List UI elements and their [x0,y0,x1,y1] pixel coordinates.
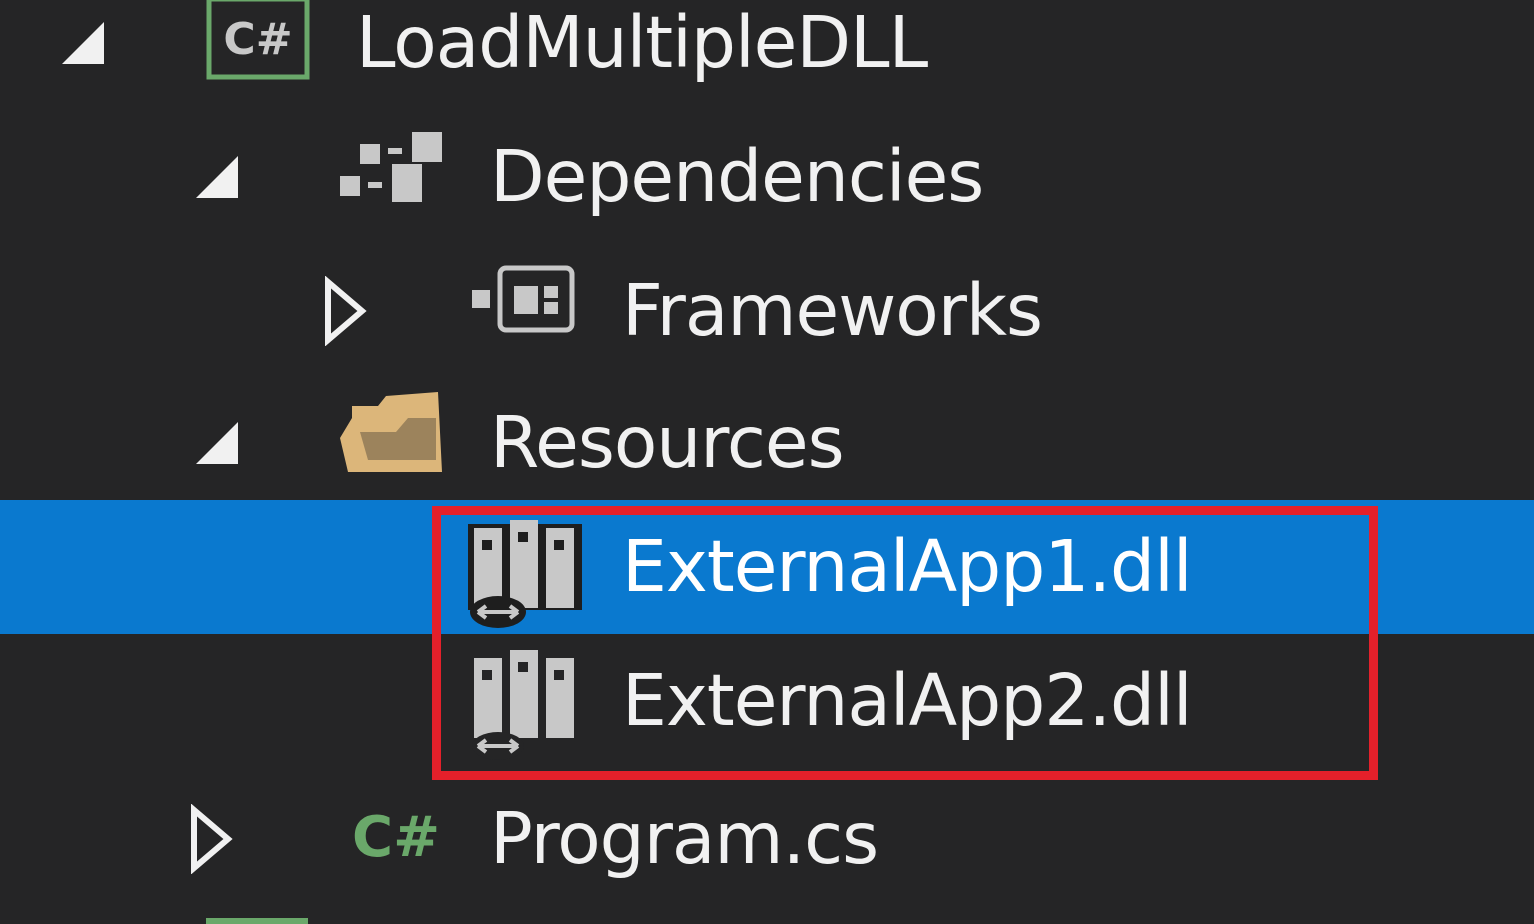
collapse-arrow-icon[interactable] [46,0,116,110]
expand-arrow-icon[interactable] [176,772,246,906]
tree-item-externalapp2[interactable]: ExternalApp2.dll [0,634,1534,768]
tree-item-project[interactable]: C# LoadMultipleDLL [0,0,1534,110]
tree-item-label: Resources [490,401,845,484]
tree-item-program-cs[interactable]: C# Program.cs [0,772,1534,906]
dll-reference-icon [468,648,582,760]
expand-arrow-icon[interactable] [310,244,380,378]
tree-item-dependencies[interactable]: Dependencies [0,110,1534,244]
collapse-arrow-icon[interactable] [180,110,250,244]
project-icon-text: C# [223,14,292,65]
dependencies-icon [338,132,444,206]
collapse-arrow-icon[interactable] [180,376,250,510]
csharp-file-icon: C# [352,798,442,868]
tree-item-label: ExternalApp2.dll [622,659,1193,742]
file-icon-text: C# [352,805,440,868]
tree-item-frameworks[interactable]: Frameworks [0,244,1534,378]
tree-item-label: Dependencies [490,135,984,218]
tree-item-label: ExternalApp1.dll [622,525,1193,608]
folder-icon [338,388,446,474]
solution-explorer-tree: C# LoadMultipleDLL Dependencies Framewor… [0,0,1534,924]
dll-reference-icon [464,518,586,630]
tree-item-resources[interactable]: Resources [0,376,1534,510]
tree-item-label: Program.cs [490,797,879,880]
tree-item-label: LoadMultipleDLL [356,1,928,84]
tree-item-label: Frameworks [622,269,1043,352]
tree-item-externalapp1[interactable]: ExternalApp1.dll [0,500,1534,634]
frameworks-icon [470,264,578,336]
next-project-icon-edge [206,918,308,924]
csharp-project-icon: C# [206,0,310,80]
